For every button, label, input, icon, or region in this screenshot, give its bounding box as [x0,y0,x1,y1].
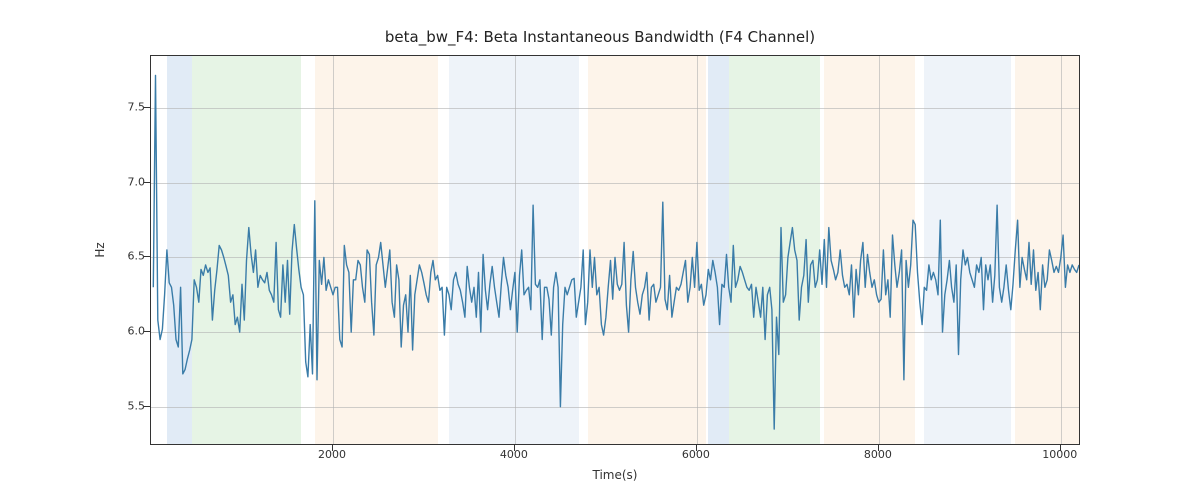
y-tick-label: 6.5 [0,250,145,263]
x-tickmark [696,445,697,451]
x-tickmark [878,445,879,451]
y-tickmark [144,107,150,108]
line-series [151,56,1079,444]
x-tickmark [514,445,515,451]
x-tickmark [1060,445,1061,451]
x-tickmark [332,445,333,451]
y-tickmark [144,256,150,257]
y-tickmark [144,406,150,407]
y-tick-label: 7.0 [0,175,145,188]
plot-area [150,55,1080,445]
y-tick-label: 5.5 [0,399,145,412]
chart-container: beta_bw_F4: Beta Instantaneous Bandwidth… [0,0,1200,500]
y-tickmark [144,331,150,332]
chart-title: beta_bw_F4: Beta Instantaneous Bandwidth… [0,28,1200,46]
y-tickmark [144,182,150,183]
y-tick-label: 6.0 [0,325,145,338]
y-tick-label: 7.5 [0,101,145,114]
x-axis-label: Time(s) [593,468,638,482]
